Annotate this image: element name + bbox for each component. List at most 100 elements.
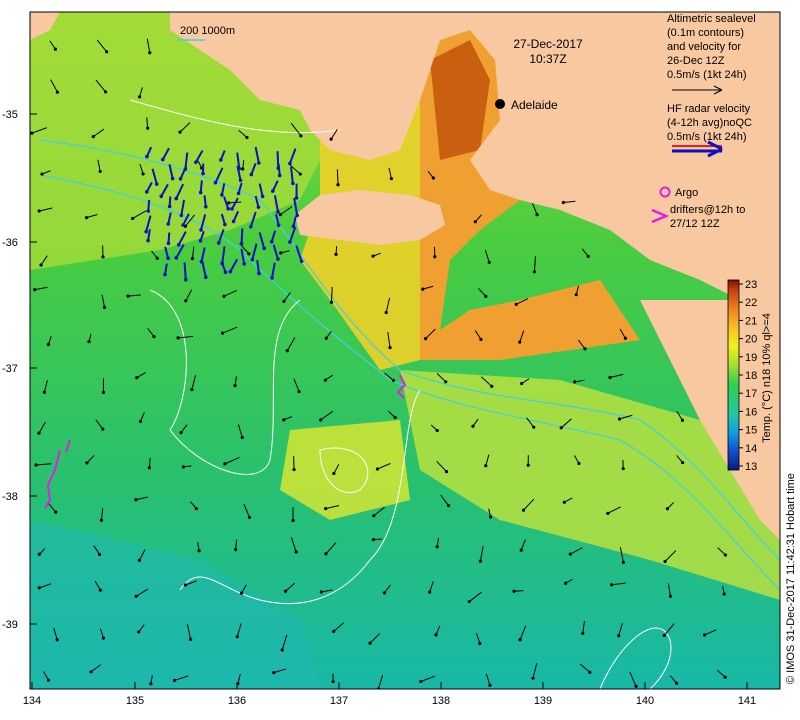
velocity-arrow-head — [375, 467, 380, 471]
sealevel-legend-line: and velocity for — [667, 41, 741, 53]
velocity-arrow-head — [332, 629, 336, 633]
velocity-arrow-head — [531, 676, 535, 680]
adelaide-marker — [495, 99, 505, 109]
velocity-arrow-head — [467, 599, 471, 604]
velocity-arrow-head — [433, 255, 437, 259]
radar-velocity-arrow-head — [146, 238, 150, 243]
velocity-arrow-head — [473, 220, 477, 224]
y-tick-label: -38 — [2, 491, 18, 503]
velocity-arrow-head — [324, 336, 328, 340]
velocity-arrow-head — [135, 376, 139, 380]
radar-velocity-arrow-head — [154, 182, 159, 186]
radar-velocity-arrow-head — [145, 154, 149, 159]
velocity-arrow-head — [235, 635, 239, 639]
velocity-arrow-head — [518, 340, 522, 344]
velocity-arrow-head — [446, 503, 451, 508]
radar-velocity-arrow-head — [249, 224, 253, 229]
velocity-arrow-head — [181, 465, 186, 469]
velocity-arrow-head — [102, 305, 107, 309]
colorbar-tick-label: 14 — [745, 443, 757, 455]
x-tick-label: 138 — [432, 695, 450, 707]
colorbar-tick-label: 15 — [745, 425, 757, 437]
velocity-arrow-head — [147, 466, 152, 470]
radar-velocity-arrow — [240, 228, 244, 244]
radar-velocity-arrow-head — [249, 172, 254, 177]
velocity-arrow-head — [444, 470, 449, 474]
radar-velocity-arrow-head — [201, 171, 205, 176]
velocity-arrow-head — [680, 418, 685, 422]
velocity-arrow-head — [101, 427, 105, 431]
velocity-arrow-head — [189, 637, 193, 641]
colorbar-tick-label: 18 — [745, 370, 757, 382]
velocity-arrow-head — [183, 583, 187, 587]
radar-velocity-arrow-head — [144, 229, 148, 234]
velocity-arrow-head — [137, 558, 142, 562]
velocity-arrow-head — [562, 500, 566, 504]
velocity-arrow-head — [34, 463, 38, 467]
velocity-arrow-head — [583, 347, 587, 351]
radar-velocity-arrow-head — [170, 176, 175, 181]
velocity-arrow-head — [299, 134, 303, 138]
velocity-arrow-head — [239, 591, 244, 595]
velocity-arrow-head — [53, 47, 58, 51]
velocity-arrow-head — [247, 515, 252, 519]
velocity-arrow-head — [178, 130, 182, 134]
velocity-arrow-head — [37, 209, 41, 213]
velocity-arrow-head — [388, 346, 392, 350]
velocity-arrow-head — [478, 559, 483, 563]
velocity-arrow-head — [278, 213, 283, 217]
radar-velocity-arrow-head — [178, 176, 183, 181]
velocity-arrow-head — [332, 471, 336, 476]
map-field: Adelaide 27-Dec-2017 10:37Z 200 1000m Al… — [30, 12, 780, 689]
velocity-arrow-head — [488, 515, 493, 519]
velocity-arrow-head — [323, 378, 327, 382]
velocity-arrow-head — [471, 424, 475, 428]
velocity-arrow-head — [722, 592, 726, 596]
velocity-arrow-head — [535, 213, 539, 217]
velocity-arrow-head — [490, 384, 494, 388]
sealevel-legend-line: 0.5m/s (1kt 24h) — [667, 69, 746, 81]
radar-velocity-arrow-head — [223, 270, 228, 275]
velocity-arrow-head — [519, 548, 523, 552]
velocity-arrow-head — [487, 260, 491, 264]
velocity-arrow-head — [87, 340, 91, 344]
velocity-arrow-head — [101, 255, 105, 259]
ocean-map: Adelaide 27-Dec-2017 10:37Z 200 1000m Al… — [2, 11, 797, 707]
radar-velocity-arrow-head — [198, 190, 203, 195]
velocity-arrow-head — [55, 638, 59, 642]
colorbar-tick-label: 21 — [745, 315, 757, 327]
velocity-arrow-head — [89, 670, 93, 674]
velocity-arrow-head — [621, 560, 626, 564]
velocity-arrow-head — [282, 299, 286, 304]
velocity-arrow-head — [37, 552, 41, 556]
velocity-arrow-head — [484, 464, 488, 468]
velocity-arrow-head — [137, 630, 141, 634]
velocity-arrow-head — [393, 415, 397, 420]
radar-velocity-arrow-head — [257, 161, 261, 165]
velocity-arrow-head — [279, 251, 283, 255]
y-tick-label: -36 — [2, 237, 18, 249]
velocity-arrow-head — [668, 594, 673, 598]
velocity-arrow-head — [283, 589, 288, 593]
y-tick-label: -37 — [2, 363, 18, 375]
drifter-legend-line: drifters@12h to — [670, 204, 745, 216]
radar-velocity-arrow-head — [276, 210, 280, 214]
velocity-arrow-head — [435, 545, 439, 549]
velocity-arrow-head — [245, 135, 249, 140]
radar-velocity-arrow-head — [144, 190, 149, 194]
velocity-arrow-head — [329, 300, 334, 304]
velocity-arrow-head — [329, 137, 333, 141]
colorbar-tick-label: 16 — [745, 406, 757, 418]
velocity-arrow-head — [294, 550, 298, 554]
velocity-arrow-head — [91, 135, 95, 139]
velocity-arrow-head — [610, 583, 614, 587]
velocity-arrow-head — [623, 336, 627, 340]
radar-velocity-arrow-head — [176, 242, 181, 247]
velocity-arrow-head — [319, 590, 323, 594]
velocity-arrow-head — [179, 431, 183, 435]
velocity-arrow-head — [98, 588, 102, 592]
radar-velocity-arrow-head — [199, 228, 203, 232]
velocity-arrow-head — [285, 349, 289, 353]
radar-velocity-arrow-head — [228, 269, 233, 274]
radar-velocity-arrow-head — [166, 241, 171, 246]
